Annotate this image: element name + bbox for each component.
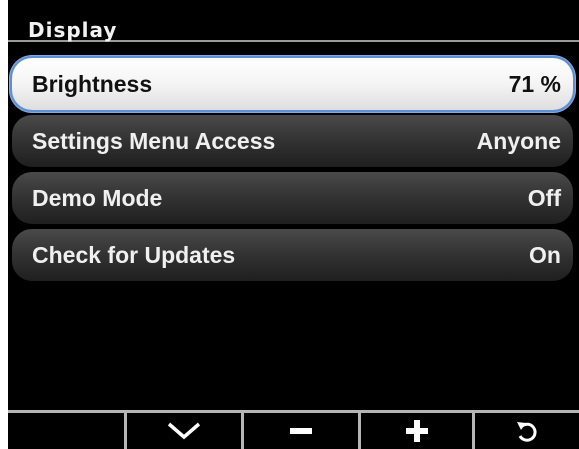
menu-item-label: Demo Mode — [32, 185, 163, 211]
menu-item-brightness[interactable]: Brightness 71 % — [12, 58, 573, 110]
minus-icon — [290, 428, 312, 434]
menu-item-demo-mode[interactable]: Demo Mode Off — [12, 172, 573, 224]
display-panel: Display Brightness 71 % Settings Menu Ac… — [8, 0, 579, 449]
softkey-bar — [8, 410, 579, 449]
softkey-plus-button[interactable] — [358, 413, 472, 449]
softkey-1-button[interactable] — [8, 413, 124, 449]
menu-item-value: Off — [527, 185, 561, 211]
menu-item-label: Check for Updates — [32, 242, 236, 268]
softkey-back-button[interactable] — [472, 413, 579, 449]
page-title: Display — [28, 18, 118, 42]
plus-icon — [405, 420, 428, 442]
back-arrow-icon — [517, 422, 537, 442]
screen: Display Brightness 71 % Settings Menu Ac… — [0, 0, 579, 449]
menu-item-value: 71 % — [508, 71, 561, 97]
menu-item-label: Settings Menu Access — [32, 128, 276, 154]
menu-item-label: Brightness — [32, 71, 153, 97]
softkey-minus-button[interactable] — [241, 413, 358, 449]
menu-item-settings-menu-access[interactable]: Settings Menu Access Anyone — [12, 115, 573, 167]
menu-item-value: Anyone — [476, 128, 561, 154]
softkey-down-button[interactable] — [124, 413, 241, 449]
menu-item-value: On — [529, 242, 561, 268]
menu-item-check-for-updates[interactable]: Check for Updates On — [12, 229, 573, 281]
title-bar: Display — [8, 0, 579, 42]
chevron-down-icon — [167, 422, 201, 440]
